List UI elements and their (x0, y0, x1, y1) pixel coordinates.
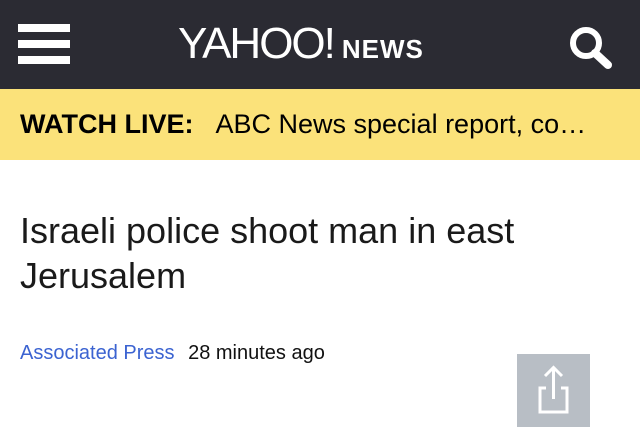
article-meta: Associated Press 28 minutes ago (20, 342, 325, 365)
article-source-link[interactable]: Associated Press (20, 342, 175, 364)
search-icon (570, 27, 612, 69)
logo-brand: YAHOO! (178, 19, 336, 68)
logo-section: NEWS (341, 34, 424, 64)
watch-live-label: WATCH LIVE: (20, 109, 194, 139)
article-headline: Israeli police shoot man in east Jerusal… (20, 210, 515, 296)
yahoo-news-logo[interactable]: YAHOO! NEWS (178, 18, 424, 70)
top-bar: YAHOO! NEWS (0, 0, 640, 89)
watch-live-banner[interactable]: WATCH LIVE: ABC News special report, co… (0, 89, 640, 160)
watch-live-text: ABC News special report, co… (215, 109, 587, 139)
hamburger-menu-icon (18, 24, 70, 32)
share-icon (538, 365, 569, 414)
hamburger-menu-icon (18, 40, 70, 48)
article-timestamp: 28 minutes ago (188, 342, 325, 364)
search-button[interactable] (566, 24, 616, 70)
menu-button[interactable] (18, 24, 70, 64)
hamburger-menu-icon (18, 56, 70, 64)
share-button[interactable] (517, 354, 590, 427)
